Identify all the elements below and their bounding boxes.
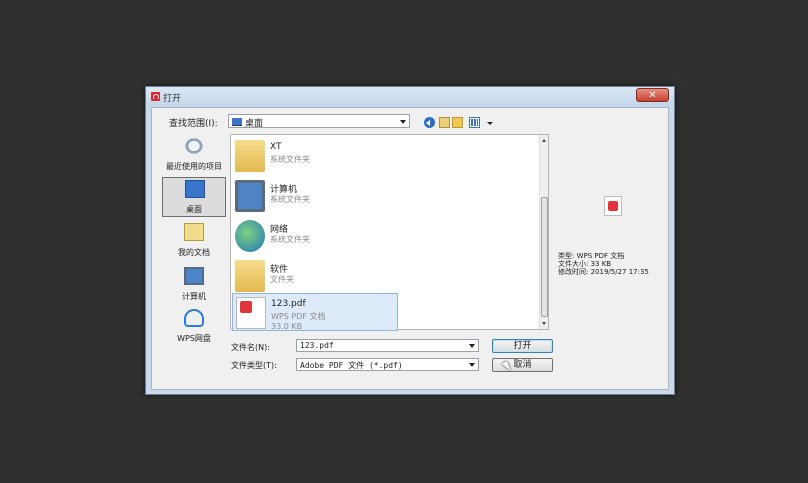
filename-value: 123.pdf	[300, 341, 334, 350]
place-label: 计算机	[182, 292, 206, 301]
filename-input[interactable]: 123.pdf	[296, 339, 479, 352]
view-menu-icon[interactable]	[469, 117, 480, 128]
place-label: 桌面	[186, 205, 202, 214]
look-in-dropdown[interactable]: 桌面	[228, 114, 410, 129]
computer-icon	[235, 180, 265, 212]
scroll-down-arrow-icon[interactable]	[542, 322, 546, 325]
open-file-dialog: 打开 ✕ 查找范围(I): 桌面 最近使用的项目 桌面 我的文档 计算机 WPS…	[145, 86, 675, 395]
pdf-file-icon	[604, 196, 622, 216]
up-folder-icon[interactable]	[439, 117, 450, 128]
file-size: 33.0 KB	[271, 322, 303, 331]
file-list[interactable]: XT 系统文件夹 计算机 系统文件夹 网络 系统文件夹 软件 文件夹 123.p…	[230, 134, 549, 331]
recent-items-icon	[184, 137, 204, 155]
close-button[interactable]: ✕	[636, 88, 669, 102]
look-in-label: 查找范围(I):	[169, 119, 218, 129]
list-item[interactable]: 计算机 系统文件夹	[232, 177, 398, 215]
filetype-label: 文件类型(T):	[231, 361, 277, 370]
place-recent-items[interactable]: 最近使用的项目	[162, 135, 226, 175]
back-icon[interactable]	[424, 117, 435, 128]
dialog-title: 打开	[163, 94, 182, 104]
view-menu-chevron-icon[interactable]	[487, 122, 493, 125]
network-icon	[235, 220, 265, 252]
file-type: 系统文件夹	[270, 155, 310, 164]
place-wps-cloud[interactable]: WPS网盘	[162, 307, 226, 347]
desktop-icon	[185, 180, 205, 198]
pdf-file-icon	[236, 297, 266, 329]
computer-icon	[184, 267, 204, 285]
file-type: WPS PDF 文档	[271, 312, 326, 321]
chevron-down-icon[interactable]	[400, 120, 406, 124]
preview-size: 文件大小: 33 KB	[558, 260, 612, 268]
filetype-dropdown[interactable]: Adobe PDF 文件 (*.pdf)	[296, 358, 479, 371]
place-desktop[interactable]: 桌面	[162, 177, 226, 217]
folder-icon	[235, 260, 265, 292]
list-item-selected[interactable]: 123.pdf WPS PDF 文档 33.0 KB	[232, 293, 398, 331]
user-folder-icon	[235, 140, 265, 172]
place-label: 我的文档	[178, 248, 210, 257]
file-name: XT	[270, 142, 282, 152]
file-list-scrollbar[interactable]	[539, 135, 548, 329]
place-label: WPS网盘	[177, 334, 211, 343]
list-item[interactable]: 网络 系统文件夹	[232, 217, 398, 255]
dialog-body: 查找范围(I): 桌面 最近使用的项目 桌面 我的文档 计算机 WPS网盘 XT…	[151, 107, 669, 390]
scroll-up-arrow-icon[interactable]	[542, 139, 546, 142]
file-type: 系统文件夹	[270, 195, 310, 204]
place-documents[interactable]: 我的文档	[162, 221, 226, 261]
list-item[interactable]: XT 系统文件夹	[232, 137, 398, 175]
preview-type: 类型: WPS PDF 文档	[558, 252, 625, 260]
filename-label: 文件名(N):	[231, 343, 270, 352]
documents-icon	[184, 223, 204, 241]
file-type: 文件夹	[270, 275, 294, 284]
new-folder-icon[interactable]	[452, 117, 463, 128]
look-in-value: 桌面	[245, 119, 264, 129]
chevron-down-icon[interactable]	[469, 344, 475, 348]
cloud-drive-icon	[184, 309, 204, 327]
desktop-icon	[232, 118, 242, 126]
file-type: 系统文件夹	[270, 235, 310, 244]
place-computer[interactable]: 计算机	[162, 265, 226, 305]
place-label: 最近使用的项目	[166, 162, 222, 171]
wps-pdf-app-icon	[151, 92, 160, 101]
chevron-down-icon[interactable]	[469, 363, 475, 367]
file-preview-info: 类型: WPS PDF 文档 文件大小: 33 KB 修改时间: 2019/5/…	[558, 252, 649, 276]
title-bar[interactable]: 打开 ✕	[146, 87, 674, 107]
list-item[interactable]: 软件 文件夹	[232, 257, 398, 295]
scrollbar-thumb[interactable]	[541, 197, 548, 317]
file-name: 123.pdf	[271, 299, 306, 309]
open-button[interactable]: 打开	[492, 339, 553, 353]
preview-modified: 修改时间: 2019/5/27 17:35	[558, 268, 649, 276]
filetype-value: Adobe PDF 文件 (*.pdf)	[300, 361, 403, 370]
